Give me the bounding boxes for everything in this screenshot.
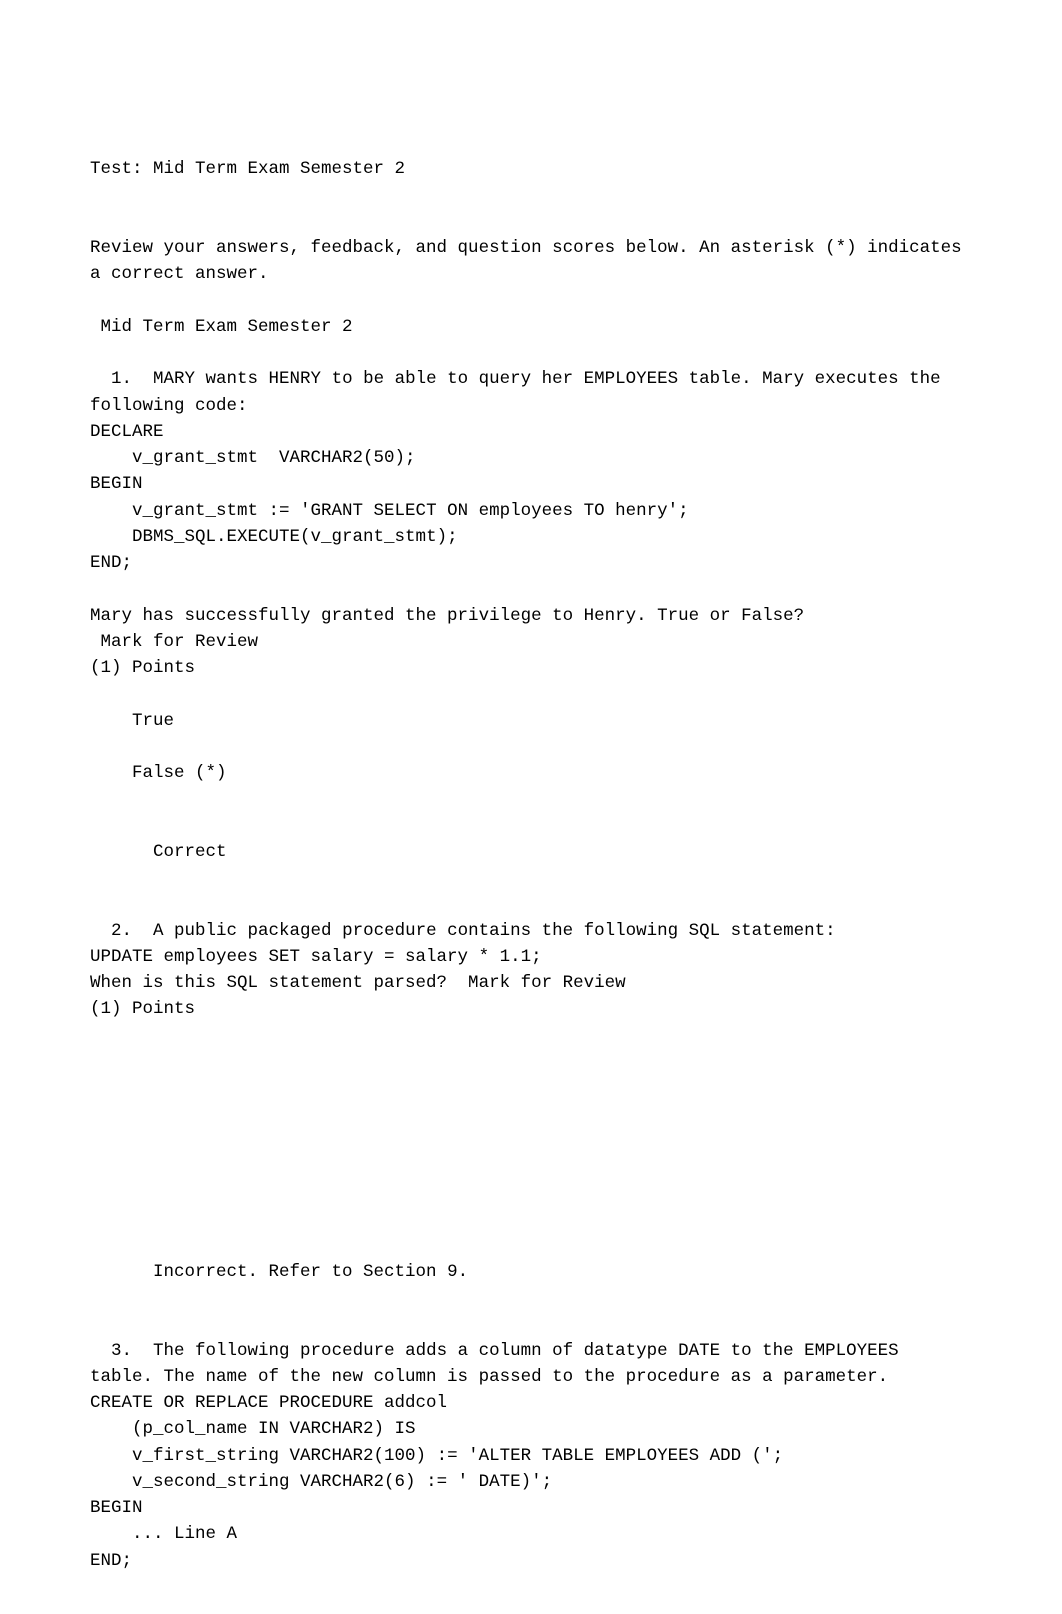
q3-stem: The following procedure adds a column of… — [90, 1341, 909, 1387]
q2-feedback: Incorrect. Refer to Section 9. — [90, 1262, 468, 1282]
review-intro-text: Review your answers, feedback, and quest… — [90, 238, 972, 284]
q1-points: (1) Points — [90, 658, 195, 678]
q2-stem2: When is this SQL statement parsed? Mark … — [90, 973, 626, 993]
q1-code-line: END; — [90, 553, 132, 573]
q1-code-line: BEGIN — [90, 474, 143, 494]
q3-code-line: (p_col_name IN VARCHAR2) IS — [90, 1419, 416, 1439]
q2-number: 2. — [90, 921, 132, 941]
q1-code-line: v_grant_stmt VARCHAR2(50); — [90, 448, 416, 468]
q1-option-true: True — [90, 711, 174, 731]
q3-code-line: CREATE OR REPLACE PROCEDURE addcol — [90, 1393, 447, 1413]
q3-code-line: BEGIN — [90, 1498, 143, 1518]
q3-code-line: ... Line A — [90, 1524, 237, 1544]
q2-code-line: UPDATE employees SET salary = salary * 1… — [90, 947, 542, 967]
q3-code-line: END; — [90, 1551, 132, 1571]
q1-after-code: Mary has successfully granted the privil… — [90, 606, 804, 626]
q2-stem: A public packaged procedure contains the… — [132, 921, 836, 941]
q1-mark-for-review: Mark for Review — [90, 632, 258, 652]
q1-code-line: v_grant_stmt := 'GRANT SELECT ON employe… — [90, 501, 689, 521]
q3-code-line: v_first_string VARCHAR2(100) := 'ALTER T… — [90, 1446, 783, 1466]
q2-points: (1) Points — [90, 999, 195, 1019]
q1-code-line: DBMS_SQL.EXECUTE(v_grant_stmt); — [90, 527, 458, 547]
q1-stem: MARY wants HENRY to be able to query her… — [90, 369, 951, 415]
q1-number: 1. — [90, 369, 132, 389]
section-heading: Mid Term Exam Semester 2 — [90, 317, 353, 337]
test-title: Test: Mid Term Exam Semester 2 — [90, 159, 405, 179]
q1-code-line: DECLARE — [90, 422, 164, 442]
q3-number: 3. — [90, 1341, 132, 1361]
q1-feedback: Correct — [90, 842, 227, 862]
q1-option-false: False (*) — [90, 763, 227, 783]
q3-code-line: v_second_string VARCHAR2(6) := ' DATE)'; — [90, 1472, 552, 1492]
document-page: Test: Mid Term Exam Semester 2 Review yo… — [0, 0, 1062, 1614]
